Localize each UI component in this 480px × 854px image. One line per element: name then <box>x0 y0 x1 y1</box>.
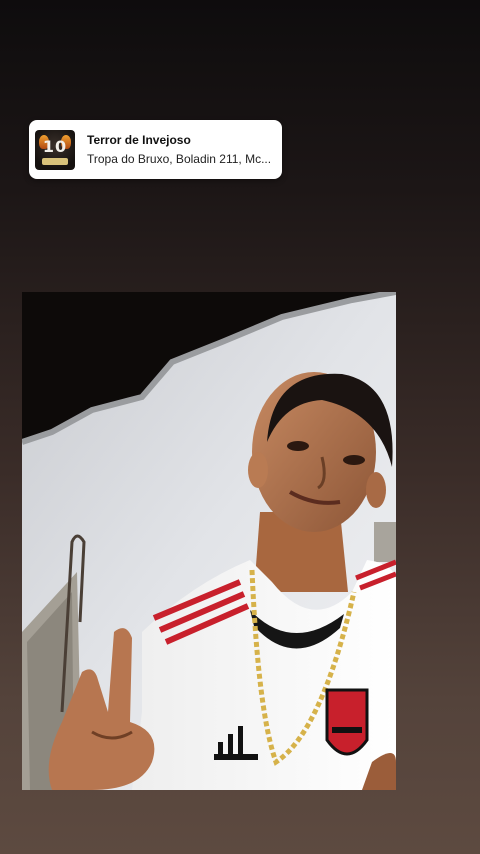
track-artists: Tropa do Bruxo, Boladin 211, Mc... <box>87 152 272 166</box>
album-art-icon: 10 <box>35 129 75 170</box>
album-art-label <box>42 157 68 165</box>
selfie-photo-image <box>22 292 396 790</box>
track-title: Terror de Invejoso <box>87 133 191 147</box>
track-info: Terror de Invejoso Tropa do Bruxo, Bolad… <box>87 132 271 167</box>
music-sticker[interactable]: 10 Terror de Invejoso Tropa do Bruxo, Bo… <box>29 120 282 179</box>
album-art-logo-text: 10 <box>42 136 68 156</box>
story-photo <box>22 292 396 790</box>
